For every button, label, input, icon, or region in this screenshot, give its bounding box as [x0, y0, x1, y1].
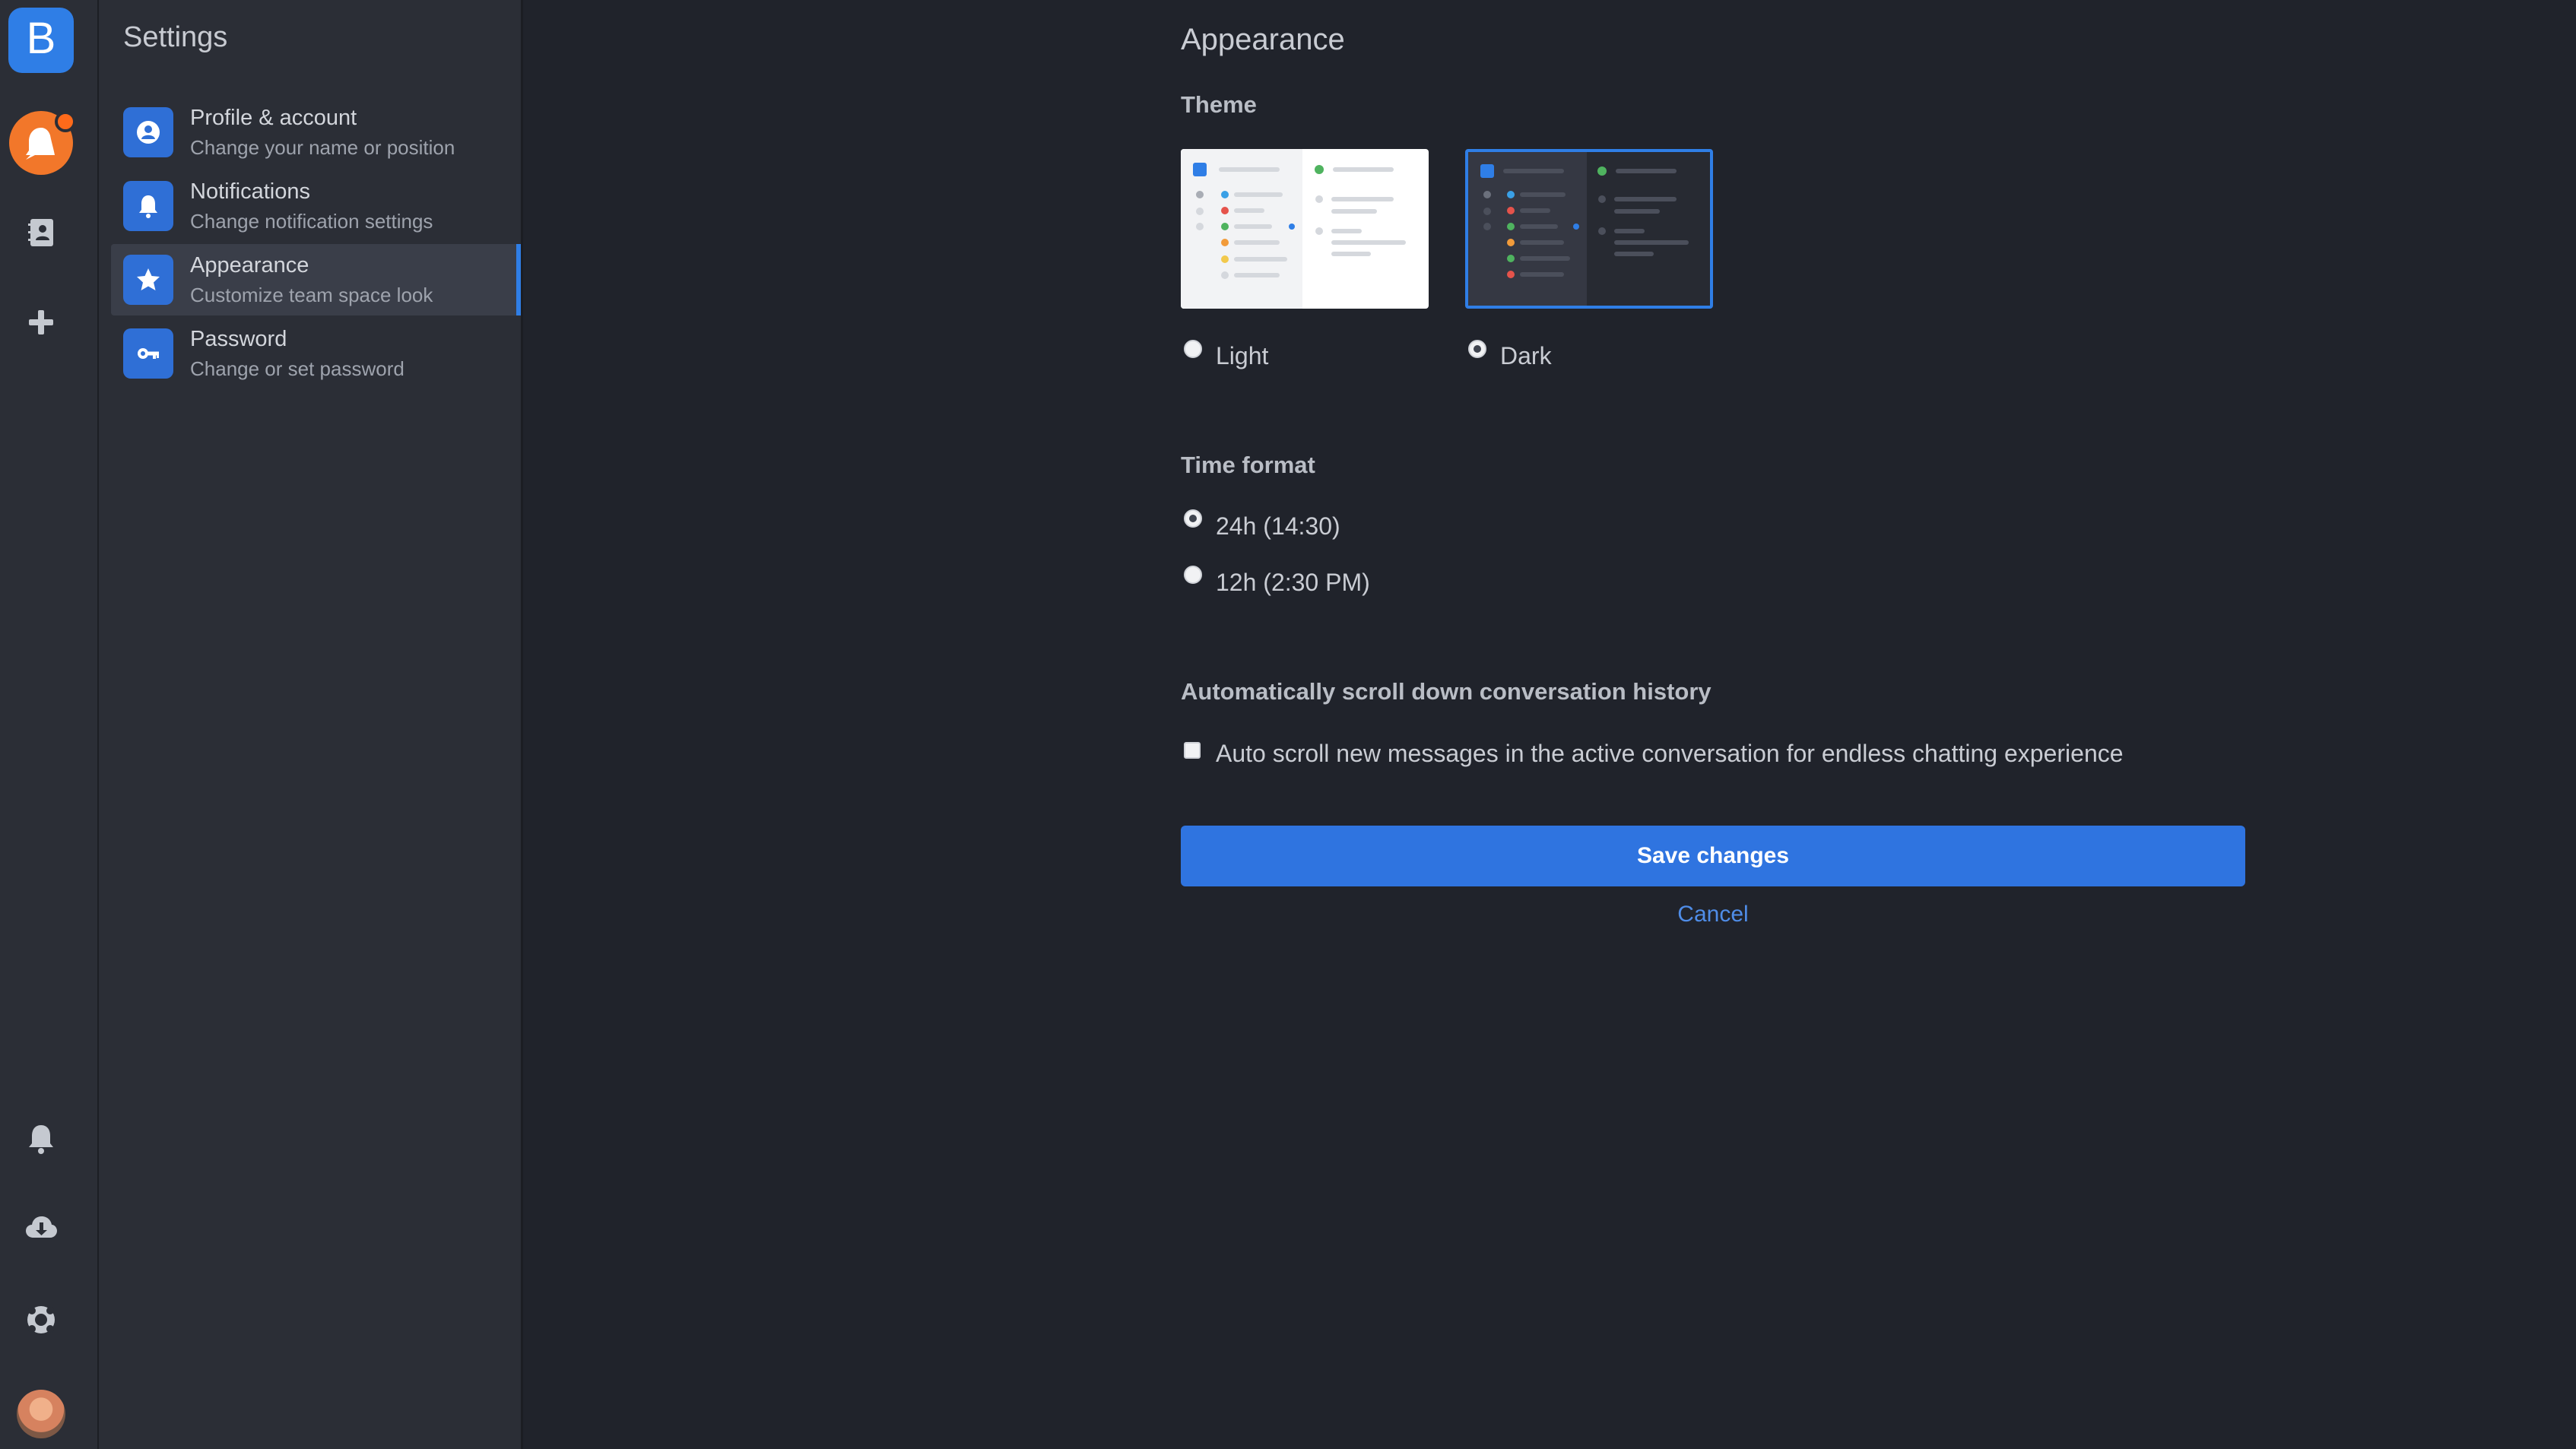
lifebuoy-icon[interactable] [23, 1302, 59, 1338]
key-icon [123, 328, 173, 379]
star-icon [123, 255, 173, 305]
auto-scroll-heading: Automatically scroll down conversation h… [1181, 678, 1712, 705]
notification-dot [55, 111, 76, 132]
sidebar-item-password[interactable]: Password Change or set password [111, 318, 521, 389]
contacts-icon[interactable] [23, 214, 59, 251]
theme-heading: Theme [1181, 91, 1257, 118]
user-icon [123, 107, 173, 157]
theme-dark-radio[interactable] [1468, 340, 1486, 358]
sidebar-item-appearance[interactable]: Appearance Customize team space look [111, 244, 521, 315]
save-button[interactable]: Save changes [1181, 826, 2245, 886]
bell-icon [123, 181, 173, 231]
theme-light-label[interactable]: Light [1216, 342, 1268, 370]
sidebar-item-label: Appearance [190, 253, 309, 277]
app-window: B Settings Profile & account Change your… [0, 0, 2576, 1449]
sidebar-title: Settings [123, 21, 228, 53]
cancel-button[interactable]: Cancel [1677, 902, 1748, 927]
theme-light-radio[interactable] [1184, 340, 1202, 358]
sidebar-item-label: Profile & account [190, 106, 357, 130]
bell-icon[interactable] [23, 1121, 59, 1157]
user-avatar[interactable] [17, 1390, 65, 1438]
sidebar-item-description: Customize team space look [190, 284, 433, 306]
time-24h-label[interactable]: 24h (14:30) [1216, 512, 1340, 541]
time-format-heading: Time format [1181, 452, 1315, 478]
sidebar-item-label: Notifications [190, 179, 310, 204]
left-rail: B [0, 0, 99, 1449]
settings-sidebar: Settings Profile & account Change your n… [99, 0, 523, 1449]
auto-scroll-label[interactable]: Auto scroll new messages in the active c… [1216, 740, 2124, 768]
cloud-download-icon[interactable] [23, 1210, 59, 1247]
page-title: Appearance [1181, 23, 1345, 56]
theme-dark-label[interactable]: Dark [1500, 342, 1552, 370]
workspace-logo[interactable]: B [8, 8, 74, 73]
time-12h-radio[interactable] [1184, 566, 1202, 584]
cancel-link: Cancel [1181, 902, 2245, 927]
sidebar-item-label: Password [190, 327, 287, 351]
dark-theme-preview[interactable] [1465, 149, 1713, 309]
sidebar-item-profile[interactable]: Profile & account Change your name or po… [111, 97, 521, 168]
time-24h-radio[interactable] [1184, 509, 1202, 528]
sidebar-item-description: Change your name or position [190, 136, 455, 159]
light-theme-preview[interactable] [1181, 149, 1429, 309]
auto-scroll-checkbox[interactable] [1184, 742, 1201, 759]
sidebar-item-description: Change or set password [190, 357, 404, 380]
main-panel: Appearance Theme Light Dark Time format … [525, 0, 2576, 1449]
sidebar-item-notifications[interactable]: Notifications Change notification settin… [111, 170, 521, 242]
sidebar-item-description: Change notification settings [190, 210, 433, 233]
plus-icon[interactable] [23, 304, 59, 341]
time-12h-label[interactable]: 12h (2:30 PM) [1216, 569, 1370, 597]
